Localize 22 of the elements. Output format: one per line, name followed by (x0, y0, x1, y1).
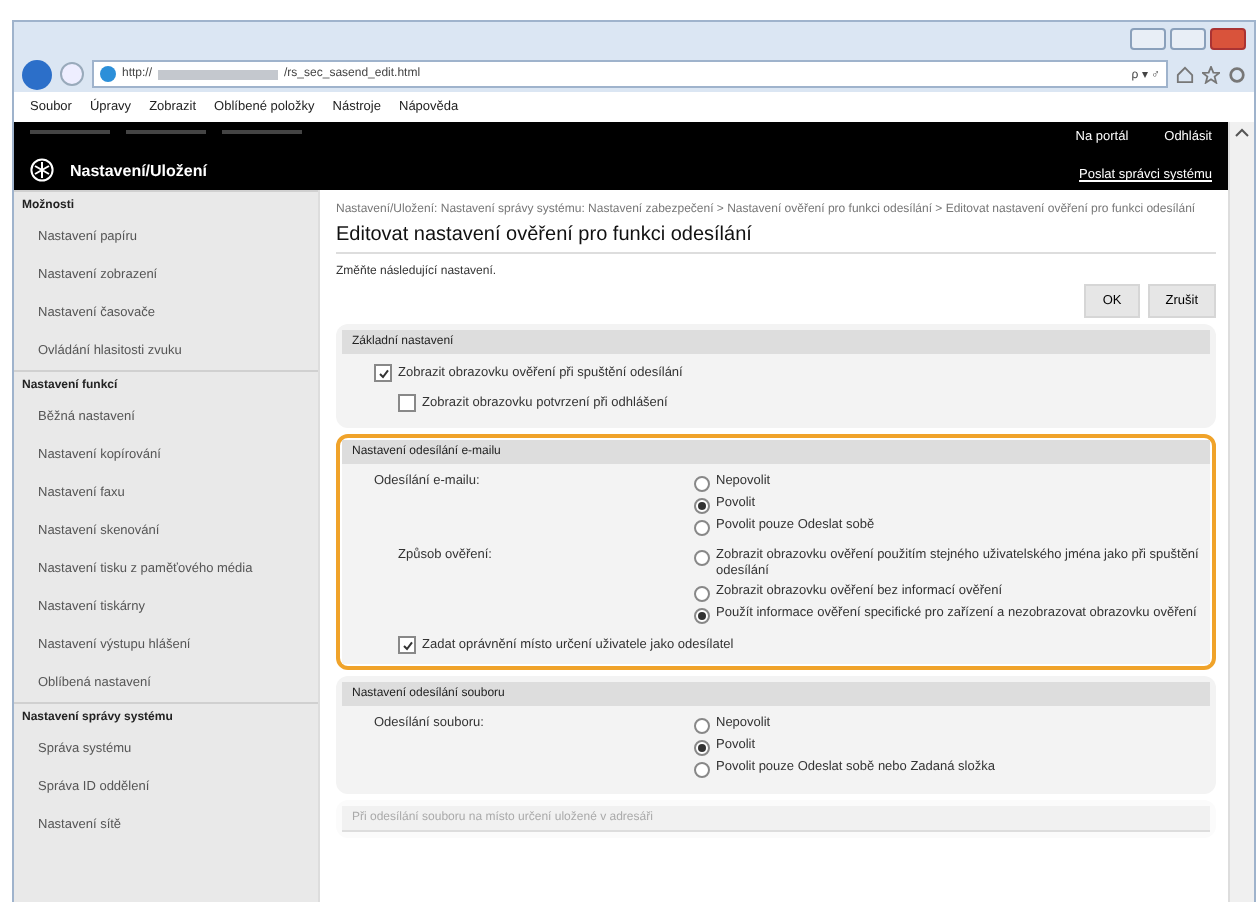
radio-button[interactable] (694, 498, 710, 514)
radio-button[interactable] (694, 550, 710, 566)
star-icon[interactable] (1202, 65, 1220, 83)
radio-button[interactable] (694, 608, 710, 624)
header-title: Nastavení/Uložení (70, 161, 207, 179)
checkbox[interactable] (374, 364, 392, 382)
back-button[interactable] (22, 59, 52, 89)
scrollbar[interactable] (1228, 122, 1254, 902)
radio-button[interactable] (694, 520, 710, 536)
minimize-button[interactable] (1130, 28, 1166, 50)
radio-button[interactable] (694, 740, 710, 756)
radio-button[interactable] (694, 586, 710, 602)
checkbox[interactable] (398, 394, 416, 412)
checkbox[interactable] (398, 636, 416, 654)
snowflake-icon (30, 158, 54, 182)
radio-button[interactable] (694, 718, 710, 734)
forward-button[interactable] (60, 62, 84, 86)
maximize-button[interactable] (1170, 28, 1206, 50)
page-title: Editovat nastavení ověření pro funkci odesílání (336, 224, 1216, 254)
home-icon[interactable] (1176, 65, 1194, 83)
radio-button[interactable] (694, 762, 710, 778)
radio-button[interactable] (694, 476, 710, 492)
